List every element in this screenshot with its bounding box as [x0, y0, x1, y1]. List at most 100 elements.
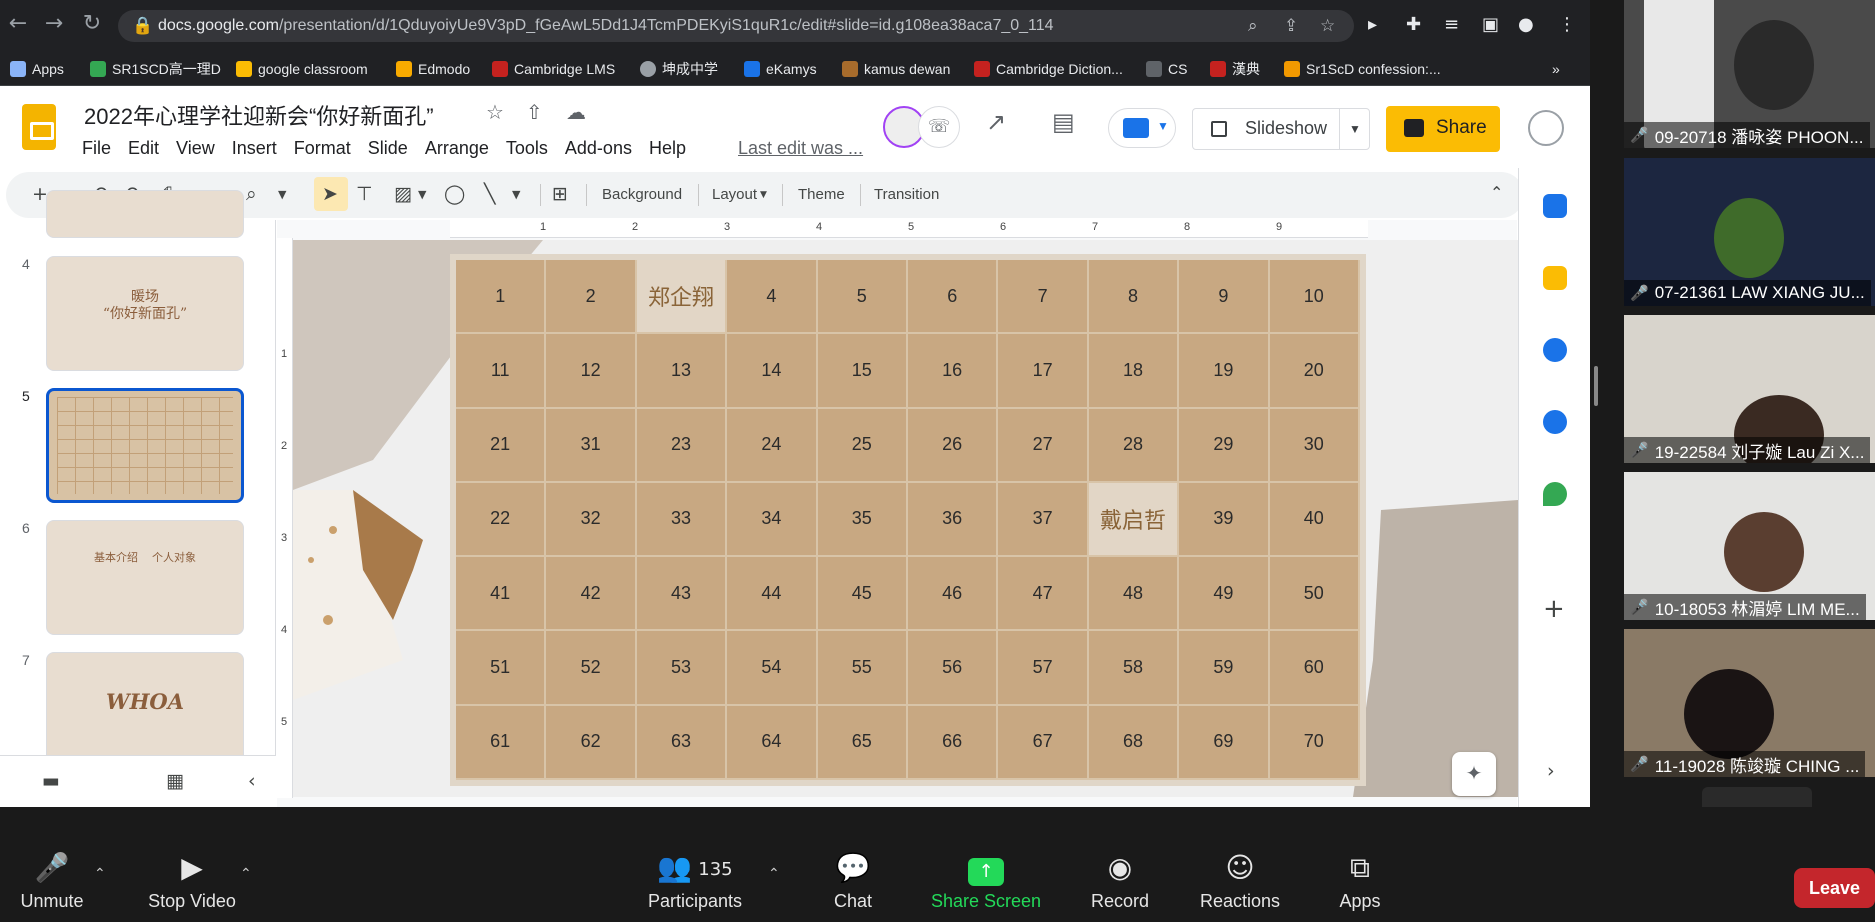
- video-tile[interactable]: 🎤 09-20718 潘咏姿 PHOON...: [1624, 0, 1875, 148]
- slide-thumbnail-5[interactable]: [46, 388, 244, 503]
- seat-cell[interactable]: 45: [817, 557, 908, 632]
- seat-cell[interactable]: 43: [636, 557, 728, 632]
- grid-view-icon[interactable]: ▦: [166, 770, 184, 792]
- seat-cell[interactable]: 31: [546, 408, 637, 483]
- bookmark-item[interactable]: 坤成中学: [640, 59, 718, 79]
- theme-button[interactable]: Theme: [798, 186, 845, 203]
- seat-cell[interactable]: 52: [546, 631, 637, 706]
- seat-cell[interactable]: 42: [546, 557, 637, 632]
- seat-cell[interactable]: 24: [727, 408, 818, 483]
- share-button[interactable]: Share: [1386, 106, 1500, 152]
- slide-thumbnail-6[interactable]: 基本介绍 个人对象: [46, 520, 244, 635]
- seat-cell[interactable]: 5: [817, 260, 908, 335]
- seat-cell[interactable]: 13: [636, 334, 728, 409]
- seat-cell[interactable]: 8: [1088, 260, 1180, 335]
- seat-cell[interactable]: 20: [1269, 334, 1360, 409]
- seat-cell[interactable]: 44: [727, 557, 818, 632]
- textbox-icon[interactable]: ⊤: [356, 183, 373, 205]
- menu-help[interactable]: Help: [649, 138, 686, 159]
- leave-meeting-button[interactable]: Leave: [1794, 868, 1875, 908]
- seat-cell[interactable]: 62: [546, 705, 637, 780]
- image-icon[interactable]: ▨: [394, 183, 412, 205]
- seat-cell[interactable]: 41: [456, 557, 547, 632]
- video-tile[interactable]: 🎤 07-21361 LAW XIANG JU...: [1624, 158, 1875, 306]
- transition-button[interactable]: Transition: [874, 186, 939, 203]
- seat-cell[interactable]: 61: [456, 705, 547, 780]
- maps-icon[interactable]: [1543, 482, 1567, 506]
- bookmark-item[interactable]: Cambridge LMS: [492, 59, 615, 79]
- seat-cell[interactable]: 23: [636, 408, 728, 483]
- seat-cell-name[interactable]: 戴启哲: [1088, 482, 1180, 558]
- seat-cell[interactable]: 50: [1269, 557, 1360, 632]
- seat-cell[interactable]: 11: [456, 334, 547, 409]
- bookmark-item[interactable]: google classroom: [236, 59, 368, 79]
- slides-logo-icon[interactable]: [22, 104, 56, 150]
- address-bar[interactable]: 🔒 docs.google.com/presentation/d/1Qduyoi…: [118, 10, 1354, 42]
- select-tool-button[interactable]: ➤: [314, 177, 348, 211]
- background-button[interactable]: Background: [602, 186, 682, 203]
- account-avatar[interactable]: [1528, 110, 1564, 146]
- seat-cell[interactable]: 4: [727, 260, 818, 335]
- reload-icon[interactable]: ↻: [80, 12, 104, 36]
- seat-cell[interactable]: 70: [1269, 705, 1360, 780]
- seat-cell[interactable]: 53: [636, 631, 728, 706]
- menu-slide[interactable]: Slide: [368, 138, 408, 159]
- share-page-icon[interactable]: ⇪: [1284, 16, 1298, 36]
- seat-cell[interactable]: 18: [1088, 334, 1180, 409]
- seat-cell[interactable]: 59: [1179, 631, 1270, 706]
- seat-cell[interactable]: 25: [817, 408, 908, 483]
- zoom-lens-icon[interactable]: ⌕: [1248, 16, 1258, 36]
- seat-cell[interactable]: 32: [546, 482, 637, 558]
- keep-icon[interactable]: [1543, 266, 1567, 290]
- stop-video-button[interactable]: ▶ Stop Video: [140, 807, 244, 912]
- video-tile[interactable]: 🎤 10-18053 林湄婷 LIM ME...: [1624, 472, 1875, 620]
- seat-cell[interactable]: 15: [817, 334, 908, 409]
- bookmark-item[interactable]: 漢典: [1210, 59, 1260, 79]
- menu-insert[interactable]: Insert: [232, 138, 277, 159]
- bookmark-item[interactable]: Cambridge Diction...: [974, 59, 1123, 79]
- chevron-down-icon[interactable]: ▼: [512, 188, 520, 201]
- seat-cell[interactable]: 63: [636, 705, 728, 780]
- seat-cell[interactable]: 60: [1269, 631, 1360, 706]
- slide-thumbnail-7[interactable]: WHOA: [46, 652, 244, 767]
- chevron-left-icon[interactable]: ‹: [248, 770, 256, 792]
- seat-cell[interactable]: 30: [1269, 408, 1360, 483]
- seat-cell[interactable]: 1: [456, 260, 547, 335]
- seat-cell[interactable]: 66: [908, 705, 999, 780]
- video-tile[interactable]: 🎤 19-22584 刘子嫙 Lau Zi X...: [1624, 315, 1875, 463]
- seat-cell[interactable]: 9: [1179, 260, 1270, 335]
- share-screen-button[interactable]: ↑ Share Screen: [928, 807, 1044, 912]
- contacts-icon[interactable]: [1543, 410, 1567, 434]
- menu-format[interactable]: Format: [294, 138, 351, 159]
- apps-button[interactable]: ⧉ Apps: [1330, 807, 1390, 912]
- line-icon[interactable]: ╲: [484, 183, 495, 205]
- filmstrip-view-icon[interactable]: ▬: [42, 770, 60, 792]
- chevron-down-icon[interactable]: ▼: [418, 188, 426, 201]
- add-comment-icon[interactable]: ⊞: [552, 183, 568, 205]
- seat-cell[interactable]: 65: [817, 705, 908, 780]
- last-edit-link[interactable]: Last edit was ...: [738, 138, 863, 159]
- seat-cell[interactable]: 19: [1179, 334, 1270, 409]
- meet-call-icon[interactable]: ☏: [918, 106, 960, 148]
- seat-cell[interactable]: 6: [908, 260, 999, 335]
- bookmark-item[interactable]: SR1SCD高一理D: [90, 59, 221, 79]
- move-folder-icon[interactable]: ⇧: [526, 100, 543, 124]
- audio-options-caret-icon[interactable]: ⌃: [94, 865, 106, 882]
- seat-cell[interactable]: 22: [456, 482, 547, 558]
- puzzle-icon[interactable]: ✚: [1406, 14, 1421, 35]
- seat-cell[interactable]: 2: [546, 260, 637, 335]
- seat-cell[interactable]: 49: [1179, 557, 1270, 632]
- bookmark-item[interactable]: eKamys: [744, 59, 817, 79]
- record-button[interactable]: ◉ Record: [1084, 807, 1156, 912]
- media-icon[interactable]: ≡: [1444, 14, 1459, 35]
- bookmark-item[interactable]: Sr1ScD confession:...: [1284, 59, 1441, 79]
- seat-cell[interactable]: 40: [1269, 482, 1360, 558]
- seat-cell[interactable]: 14: [727, 334, 818, 409]
- video-tile[interactable]: 🎤 11-19028 陈竣璇 CHING ...: [1624, 629, 1875, 777]
- seat-cell[interactable]: 17: [998, 334, 1089, 409]
- bookmark-apps[interactable]: Apps: [10, 59, 64, 79]
- seat-cell[interactable]: 28: [1088, 408, 1180, 483]
- menu-addons[interactable]: Add-ons: [565, 138, 632, 159]
- video-options-caret-icon[interactable]: ⌃: [240, 865, 252, 882]
- seat-cell[interactable]: 34: [727, 482, 818, 558]
